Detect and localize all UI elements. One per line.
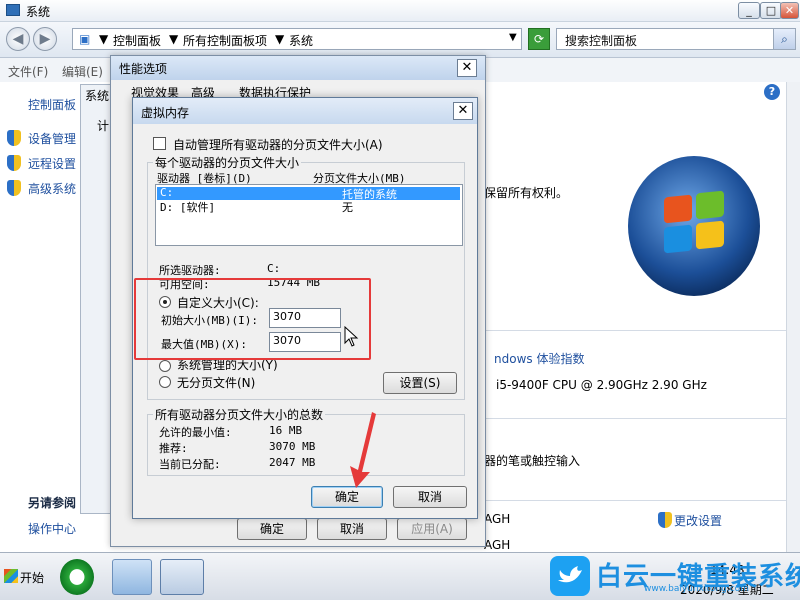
search-input[interactable]: 搜索控制面板 xyxy=(565,32,637,49)
no-paging-radio[interactable] xyxy=(159,376,171,388)
divider xyxy=(480,418,800,419)
copyright-text: 保留所有权利。 xyxy=(484,186,569,200)
help-icon[interactable]: ? xyxy=(764,84,780,100)
breadcrumb[interactable]: ▣ ▼ 控制面板 ▼ 所有控制面板项 ▼ 系统 ▼ xyxy=(72,28,522,50)
control-panel-icon: ▣ xyxy=(79,32,91,46)
system-managed-radio[interactable] xyxy=(159,360,171,372)
full-name-text: AGH xyxy=(484,538,511,552)
ok-button[interactable]: 确定 xyxy=(237,518,307,540)
dropdown-arrow-icon[interactable]: ▼ xyxy=(509,32,517,43)
dialog-titlebar: 虚拟内存 ✕ xyxy=(133,98,477,124)
drive-row-d-size[interactable]: 无 xyxy=(342,199,353,215)
search-icon[interactable]: ⌕ xyxy=(773,29,795,49)
min-allowed-value: 16 MB xyxy=(269,424,303,437)
breadcrumb-all-items[interactable]: 所有控制面板项 xyxy=(183,32,267,49)
shield-icon xyxy=(7,155,21,171)
auto-manage-checkbox[interactable] xyxy=(153,137,166,150)
wei-link[interactable]: ndows 体验指数 xyxy=(494,350,584,367)
link-remote-settings[interactable]: 远程设置 xyxy=(28,155,76,172)
annotation-arrow-icon xyxy=(350,412,376,488)
highlight-box xyxy=(134,278,371,360)
left-pane: 控制面板 设备管理 远程设置 高级系统 另请参阅 操作中心 xyxy=(0,82,80,552)
window-titlebar: 系统 _ □ ✕ xyxy=(0,0,800,22)
system-properties-window: 系统 计 xyxy=(80,84,112,514)
computer-name-text: AGH xyxy=(484,512,511,526)
change-settings-link[interactable]: 更改设置 xyxy=(674,512,722,529)
close-icon[interactable]: ✕ xyxy=(457,59,477,77)
close-icon[interactable]: ✕ xyxy=(453,102,473,120)
maximize-button[interactable]: □ xyxy=(760,2,782,19)
vertical-scrollbar[interactable] xyxy=(786,82,800,552)
see-also-heading: 另请参阅 xyxy=(28,496,77,510)
auto-manage-label[interactable]: 自动管理所有驱动器的分页文件大小(A) xyxy=(173,136,383,153)
apply-button[interactable]: 应用(A) xyxy=(397,518,467,540)
vm-cancel-button[interactable]: 取消 xyxy=(393,486,467,508)
cpu-text: i5-9400F CPU @ 2.90GHz 2.90 GHz xyxy=(496,378,707,392)
refresh-icon[interactable]: ⟳ xyxy=(528,28,550,50)
shield-icon xyxy=(658,512,672,528)
link-control-panel-home[interactable]: 控制面板 xyxy=(28,96,76,113)
selected-drive-value: C: xyxy=(267,262,281,275)
dialog-titlebar: 性能选项 ✕ xyxy=(111,56,485,80)
control-panel-taskbar-icon[interactable] xyxy=(112,559,152,595)
system-taskbar-icon[interactable] xyxy=(160,559,204,595)
menu-edit[interactable]: 编辑(E) xyxy=(62,63,103,80)
minimize-button[interactable]: _ xyxy=(738,2,760,19)
dialog-title: 性能选项 xyxy=(119,62,168,76)
search-box[interactable]: 搜索控制面板 ⌕ xyxy=(556,28,796,50)
chevron-icon: ▼ xyxy=(169,32,179,46)
back-button[interactable]: ◀ xyxy=(6,27,30,51)
start-button[interactable]: 开始 xyxy=(2,565,50,589)
watermark-logo: 白云一键重装系统 www.baiyunxitong.com xyxy=(548,554,800,598)
bird-logo-icon xyxy=(550,556,590,596)
min-allowed-label: 允许的最小值: xyxy=(159,426,232,439)
breadcrumb-system[interactable]: 系统 xyxy=(289,32,313,49)
browser-taskbar-icon[interactable] xyxy=(60,559,94,595)
link-action-center[interactable]: 操作中心 xyxy=(28,520,76,537)
chevron-icon: ▼ xyxy=(99,32,109,46)
link-device-manager[interactable]: 设备管理 xyxy=(28,130,76,147)
pen-touch-text: 器的笔或触控输入 xyxy=(484,454,581,468)
recommended-label: 推荐: xyxy=(159,442,188,455)
chevron-icon: ▼ xyxy=(275,32,285,46)
window-title: 系统 xyxy=(26,5,51,19)
system-window-icon xyxy=(6,4,20,16)
link-advanced-settings[interactable]: 高级系统 xyxy=(28,180,76,197)
windows-logo xyxy=(628,156,760,296)
system-props-tab[interactable]: 系统 xyxy=(85,87,109,104)
menu-file[interactable]: 文件(F) xyxy=(8,63,48,80)
drive-row-c[interactable]: C: xyxy=(160,186,173,199)
allocated-label: 当前已分配: xyxy=(159,458,221,471)
divider xyxy=(480,500,800,501)
divider xyxy=(480,330,800,331)
breadcrumb-control-panel[interactable]: 控制面板 xyxy=(113,32,161,49)
address-bar: ◀ ▶ ▣ ▼ 控制面板 ▼ 所有控制面板项 ▼ 系统 ▼ ⟳ 搜索控制面板 ⌕ xyxy=(0,22,800,58)
recommended-value: 3070 MB xyxy=(269,440,316,453)
drive-list[interactable]: C: 托管的系统 D: [软件] 无 xyxy=(155,184,463,246)
set-button[interactable]: 设置(S) xyxy=(383,372,457,394)
dialog-title: 虚拟内存 xyxy=(141,106,190,120)
mouse-cursor-icon xyxy=(344,326,359,347)
close-button[interactable]: ✕ xyxy=(780,2,799,19)
watermark-url: www.baiyunxitong.com xyxy=(644,584,749,594)
shield-icon xyxy=(7,130,21,146)
drive-row-d[interactable]: D: [软件] xyxy=(160,199,215,215)
windows-start-icon xyxy=(4,569,18,583)
shield-icon xyxy=(7,180,21,196)
cancel-button[interactable]: 取消 xyxy=(317,518,387,540)
right-pane: 保留所有权利。 ndows 体验指数 i5-9400F CPU @ 2.90GH… xyxy=(480,82,800,552)
total-group-label: 所有驱动器分页文件大小的总数 xyxy=(153,406,326,423)
per-drive-group-label: 每个驱动器的分页文件大小 xyxy=(153,154,302,171)
tab-fragment: 计 xyxy=(97,119,110,133)
allocated-value: 2047 MB xyxy=(269,456,316,469)
no-paging-label[interactable]: 无分页文件(N) xyxy=(177,374,255,391)
start-label[interactable]: 开始 xyxy=(20,569,44,586)
forward-button[interactable]: ▶ xyxy=(33,27,57,51)
